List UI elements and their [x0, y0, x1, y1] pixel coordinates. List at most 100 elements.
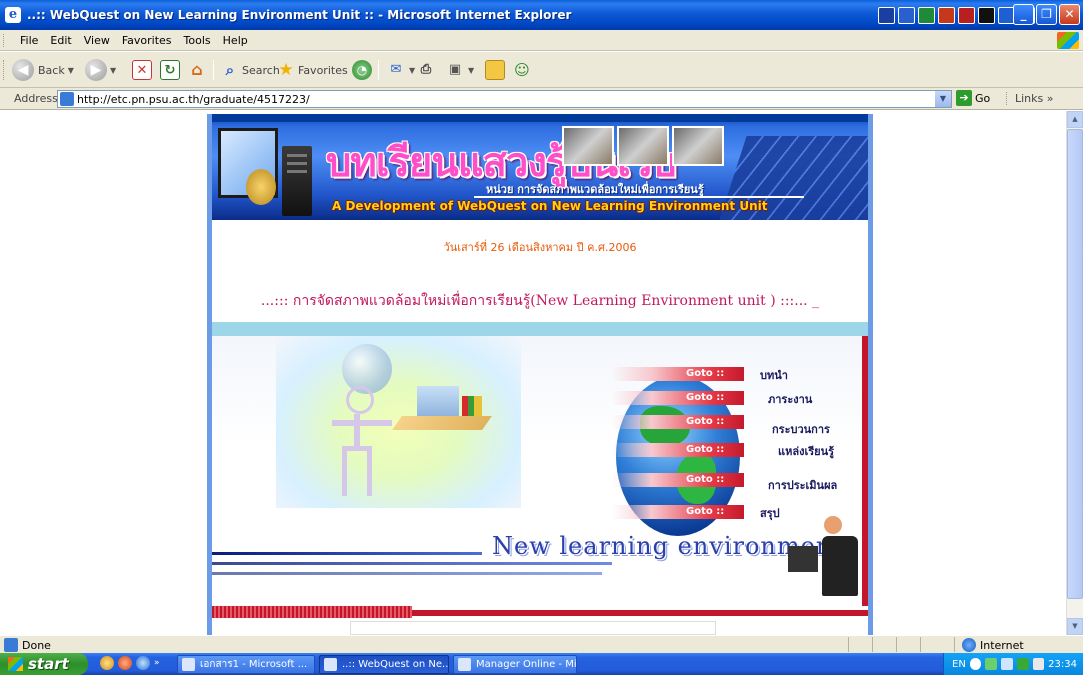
banner-english-title: A Development of WebQuest on New Learnin…	[332, 199, 768, 213]
mail-button[interactable]: ✉ ▼	[386, 57, 416, 83]
address-label: Address	[14, 92, 58, 105]
goto-button[interactable]: Goto ::	[686, 473, 724, 487]
address-dropdown-icon[interactable]: ▼	[935, 91, 951, 107]
scroll-thumb[interactable]	[1067, 129, 1083, 599]
nav-item-resources[interactable]: Goto :: แหล่งเรียนรู้	[212, 440, 868, 460]
banner-underline	[474, 196, 804, 198]
nav-label-process[interactable]: กระบวนการ	[772, 420, 830, 438]
language-indicator[interactable]: EN	[952, 659, 966, 670]
ie-task-icon	[458, 658, 471, 671]
standard-toolbar: ◀ Back ▼ ▶ ▼ ✕ ↻ ⌂ ⌕ Search ★ Favorites …	[0, 52, 1083, 88]
nav-item-task[interactable]: Goto :: ภาระงาน	[212, 388, 868, 408]
edit-button[interactable]: ▣ ▼	[445, 57, 474, 83]
forward-dropdown-icon[interactable]: ▼	[110, 66, 116, 75]
taskbar-item-word[interactable]: เอกสาร1 - Microsoft ...	[177, 655, 315, 674]
toolbar-grip[interactable]	[3, 60, 6, 80]
nav-item-process[interactable]: Goto :: กระบวนการ	[212, 412, 868, 436]
quick-launch: »	[100, 656, 160, 670]
excel-icon[interactable]	[918, 7, 935, 24]
internet-explorer-icon: e	[5, 7, 21, 23]
ie-quick-icon[interactable]	[136, 656, 150, 670]
taskbar-item-webquest[interactable]: ..:: WebQuest on Ne...	[319, 655, 449, 674]
quick-launch-icon[interactable]	[100, 656, 114, 670]
goto-button[interactable]: Goto ::	[686, 367, 724, 381]
vertical-scrollbar[interactable]: ▲ ▼	[1066, 111, 1083, 635]
edit-dropdown-icon[interactable]: ▼	[468, 66, 474, 75]
forward-button[interactable]: ▶ ▼	[85, 57, 116, 83]
messenger-button[interactable]: ☺	[512, 57, 532, 83]
goto-button[interactable]: Goto ::	[686, 505, 724, 519]
scroll-down-icon[interactable]: ▼	[1067, 618, 1083, 635]
window-controls: _ ❐ ✕	[1013, 4, 1080, 25]
window-title-bar[interactable]: e ..:: WebQuest on New Learning Environm…	[0, 0, 1083, 30]
task-label: เอกสาร1 - Microsoft ...	[200, 659, 308, 670]
back-button[interactable]: ◀ Back ▼	[12, 57, 74, 83]
nav-item-evaluation[interactable]: Goto :: การประเมินผล	[212, 470, 868, 492]
start-label: start	[28, 655, 69, 673]
footer-red-stripes	[212, 606, 412, 618]
folder-button[interactable]	[485, 57, 505, 83]
mail-dropdown-icon[interactable]: ▼	[409, 66, 415, 75]
history-button[interactable]: ◔	[352, 57, 372, 83]
menu-edit[interactable]: Edit	[44, 33, 77, 48]
back-dropdown-icon[interactable]: ▼	[68, 66, 74, 75]
print-icon: ⎙	[420, 62, 432, 77]
word-icon[interactable]	[898, 7, 915, 24]
menu-help[interactable]: Help	[217, 33, 254, 48]
zone-text: Internet	[980, 638, 1024, 652]
person-head	[824, 516, 842, 534]
page-viewport[interactable]: บทเรียนแสวงรู้บนเว็บ หน่วย การจัดสภาพแวด…	[0, 111, 1066, 635]
powerpoint-icon[interactable]	[938, 7, 955, 24]
volume-icon[interactable]	[1001, 658, 1013, 670]
security-icon[interactable]	[1016, 658, 1029, 670]
stop-icon: ✕	[132, 60, 152, 80]
nav-label-conclusion[interactable]: สรุป	[760, 504, 780, 522]
menu-view[interactable]: View	[78, 33, 116, 48]
address-input[interactable]: http://etc.pn.psu.ac.th/graduate/4517223…	[57, 90, 952, 108]
menu-favorites[interactable]: Favorites	[116, 33, 178, 48]
stop-button[interactable]: ✕	[132, 57, 152, 83]
access-icon[interactable]	[958, 7, 975, 24]
goto-button[interactable]: Goto ::	[686, 415, 724, 429]
page-banner: บทเรียนแสวงรู้บนเว็บ หน่วย การจัดสภาพแวด…	[212, 114, 868, 220]
display-icon[interactable]	[1032, 658, 1045, 670]
taskbar-item-manager[interactable]: Manager Online - Micr...	[453, 655, 577, 674]
shortcut-icon[interactable]	[878, 7, 895, 24]
nav-item-conclusion[interactable]: Goto :: สรุป	[212, 502, 868, 522]
toolbar-separator	[378, 60, 379, 80]
word-doc-icon	[182, 658, 195, 671]
search-button[interactable]: ⌕ Search	[220, 57, 280, 83]
refresh-button[interactable]: ↻	[160, 57, 180, 83]
person-at-computer-graphic	[782, 516, 868, 612]
nav-label-resources[interactable]: แหล่งเรียนรู้	[778, 442, 834, 460]
goto-button[interactable]: Goto ::	[686, 391, 724, 405]
windows-logo-icon	[1057, 32, 1079, 49]
go-button[interactable]: ➔ Go	[956, 90, 990, 106]
scroll-up-icon[interactable]: ▲	[1067, 111, 1083, 128]
favorites-button[interactable]: ★ Favorites	[276, 57, 347, 83]
shortcut-divider-icon	[978, 7, 995, 24]
address-url[interactable]: http://etc.pn.psu.ac.th/graduate/4517223…	[77, 93, 310, 106]
print-button[interactable]: ⎙	[416, 57, 436, 83]
firefox-icon[interactable]	[118, 656, 132, 670]
back-tray-icon[interactable]	[969, 658, 982, 670]
toolbar-grip[interactable]	[3, 34, 6, 47]
close-button[interactable]: ✕	[1059, 4, 1080, 25]
nav-item-intro[interactable]: Goto :: บทนำ	[212, 364, 868, 384]
menu-file[interactable]: File	[14, 33, 44, 48]
home-button[interactable]: ⌂	[187, 57, 207, 83]
nav-label-task[interactable]: ภาระงาน	[768, 390, 812, 408]
quick-launch-more-icon[interactable]: »	[154, 658, 160, 668]
goto-button[interactable]: Goto ::	[686, 443, 724, 457]
status-divider	[920, 637, 921, 652]
start-button[interactable]: start	[0, 653, 88, 675]
links-button[interactable]: Links »	[1006, 92, 1054, 105]
menu-tools[interactable]: Tools	[178, 33, 217, 48]
nav-label-evaluation[interactable]: การประเมินผล	[768, 476, 837, 494]
maximize-button[interactable]: ❐	[1036, 4, 1057, 25]
network-icon[interactable]	[985, 658, 998, 670]
minimize-button[interactable]: _	[1013, 4, 1034, 25]
page-inner: บทเรียนแสวงรู้บนเว็บ หน่วย การจัดสภาพแวด…	[212, 114, 868, 635]
internet-globe-icon	[962, 638, 976, 652]
nav-label-intro[interactable]: บทนำ	[760, 366, 788, 384]
